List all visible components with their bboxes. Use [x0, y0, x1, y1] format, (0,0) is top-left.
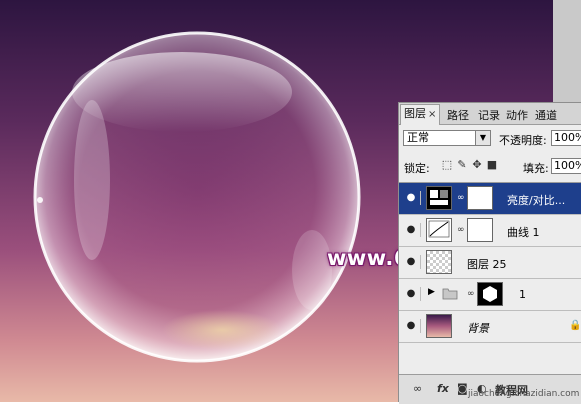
workspace-background: [553, 0, 581, 102]
layer-row-brightness-contrast[interactable]: ● ∞ 亮度/对比...: [399, 183, 581, 215]
tab-actions[interactable]: 动作: [506, 107, 528, 123]
tab-layers-label: 图层: [404, 107, 426, 120]
blend-mode-value: 正常: [407, 131, 429, 144]
layer-name[interactable]: 图层 25: [467, 256, 507, 272]
fill-label: 填充:: [523, 162, 549, 175]
opacity-label: 不透明度:: [499, 134, 547, 147]
lock-icon: 🔒: [569, 320, 581, 331]
layer-mask-thumbnail[interactable]: [467, 218, 493, 242]
adjustment-curves-icon: [426, 218, 452, 242]
visibility-eye-icon[interactable]: ●: [402, 191, 421, 205]
lock-label: 锁定:: [404, 162, 430, 175]
adjustment-brightness-icon: [426, 186, 452, 210]
folder-icon: [442, 287, 458, 303]
layer-row-group-1[interactable]: ● ▶ ∞ 1: [399, 279, 581, 311]
bubble-image: [33, 31, 361, 363]
group-mask-thumbnail[interactable]: [477, 282, 503, 306]
panel-tab-bar: 图层 × 路径 记录 动作 通道: [399, 103, 581, 125]
fx-icon[interactable]: fx: [437, 382, 449, 395]
layer-mask-thumbnail[interactable]: [467, 186, 493, 210]
visibility-eye-icon[interactable]: ●: [402, 319, 421, 333]
visibility-eye-icon[interactable]: ●: [402, 287, 421, 301]
tab-layers[interactable]: 图层 ×: [400, 104, 441, 125]
expand-arrow-icon[interactable]: ▶: [428, 287, 435, 297]
layer-thumbnail: [426, 314, 452, 338]
link-icon[interactable]: ∞: [457, 193, 465, 203]
layer-name[interactable]: 1: [519, 288, 526, 301]
layer-name[interactable]: 曲线 1: [507, 224, 540, 240]
visibility-eye-icon[interactable]: ●: [402, 255, 421, 269]
link-icon[interactable]: ∞: [467, 289, 475, 299]
opacity-input[interactable]: 100%: [551, 130, 581, 146]
lock-position-icon[interactable]: ✥: [471, 159, 483, 171]
layer-row-background[interactable]: ● 背景 🔒: [399, 311, 581, 343]
link-icon[interactable]: ∞: [457, 225, 465, 235]
lock-all-icon[interactable]: ■: [486, 159, 498, 171]
lock-pixels-icon[interactable]: ✎: [456, 159, 468, 171]
blend-mode-select[interactable]: 正常 ▼: [403, 130, 491, 146]
tab-channels[interactable]: 通道: [535, 107, 557, 123]
layer-row-layer-25[interactable]: ● 图层 25: [399, 247, 581, 279]
layer-name[interactable]: 背景: [467, 320, 489, 336]
layer-list: ● ∞ 亮度/对比... ● ∞ 曲线 1 ● 图层 25 ● ▶ ∞ 1 ● …: [399, 182, 581, 375]
layer-name[interactable]: 亮度/对比...: [507, 192, 565, 208]
lock-transparent-icon[interactable]: ⬚: [441, 159, 453, 171]
add-mask-icon[interactable]: ◙: [457, 382, 468, 395]
layer-row-curves[interactable]: ● ∞ 曲线 1: [399, 215, 581, 247]
close-icon[interactable]: ×: [428, 109, 436, 120]
layers-panel: 图层× 路径 记录 动作 通道 正常 ▼ 不透明度: 100% 锁定: ⬚ ✎ …: [398, 102, 581, 404]
link-layers-icon[interactable]: ∞: [413, 382, 422, 395]
tab-history[interactable]: 记录: [478, 107, 500, 123]
tab-paths[interactable]: 路径: [447, 107, 469, 123]
chevron-down-icon[interactable]: ▼: [475, 131, 490, 145]
visibility-eye-icon[interactable]: ●: [402, 223, 421, 237]
layer-thumbnail: [426, 250, 452, 274]
site-url: jiaocheng.chazidian.com: [468, 389, 580, 399]
fill-input[interactable]: 100%: [551, 158, 581, 174]
